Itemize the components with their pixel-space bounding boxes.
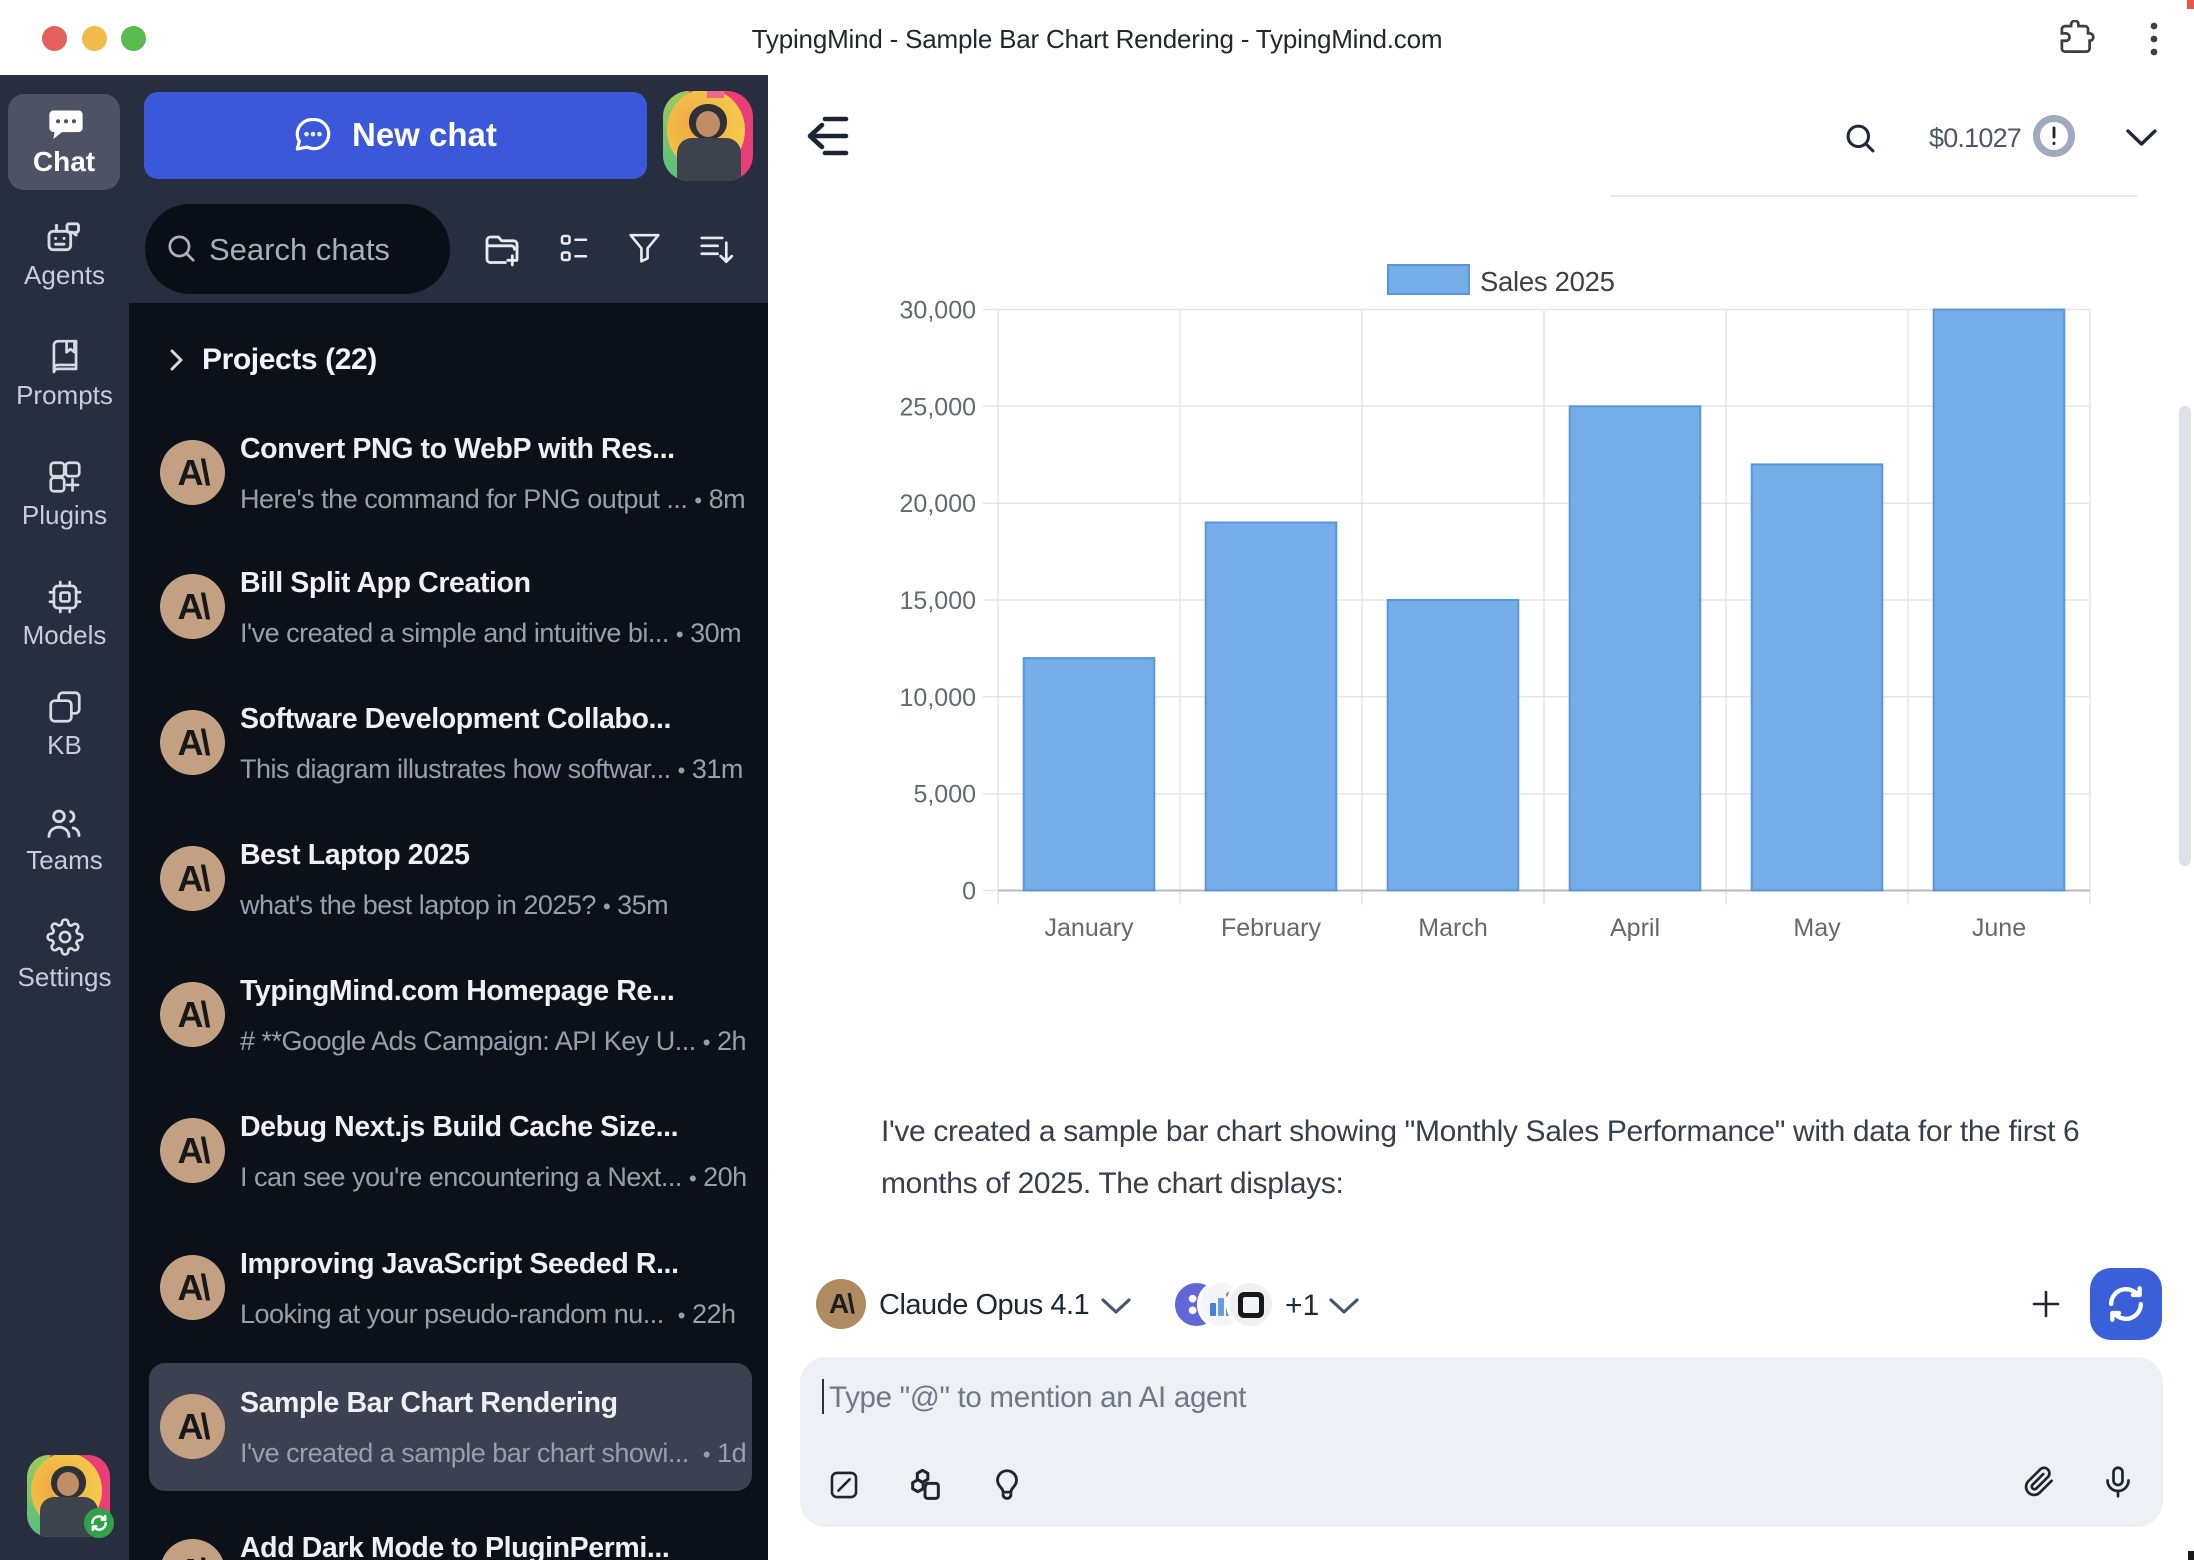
svg-text:June: June: [1972, 914, 2026, 942]
svg-text:March: March: [1418, 914, 1487, 942]
svg-text:Sales 2025: Sales 2025: [1480, 266, 1615, 297]
svg-text:January: January: [1045, 914, 1134, 942]
svg-text:25,000: 25,000: [900, 393, 976, 421]
svg-text:10,000: 10,000: [900, 684, 976, 712]
svg-text:0: 0: [962, 878, 976, 906]
svg-text:February: February: [1221, 914, 1322, 942]
svg-text:20,000: 20,000: [900, 490, 976, 518]
svg-text:May: May: [1793, 914, 1841, 942]
svg-text:15,000: 15,000: [900, 587, 976, 615]
svg-text:5,000: 5,000: [913, 781, 976, 809]
svg-text:30,000: 30,000: [900, 297, 976, 325]
svg-text:April: April: [1610, 914, 1660, 942]
